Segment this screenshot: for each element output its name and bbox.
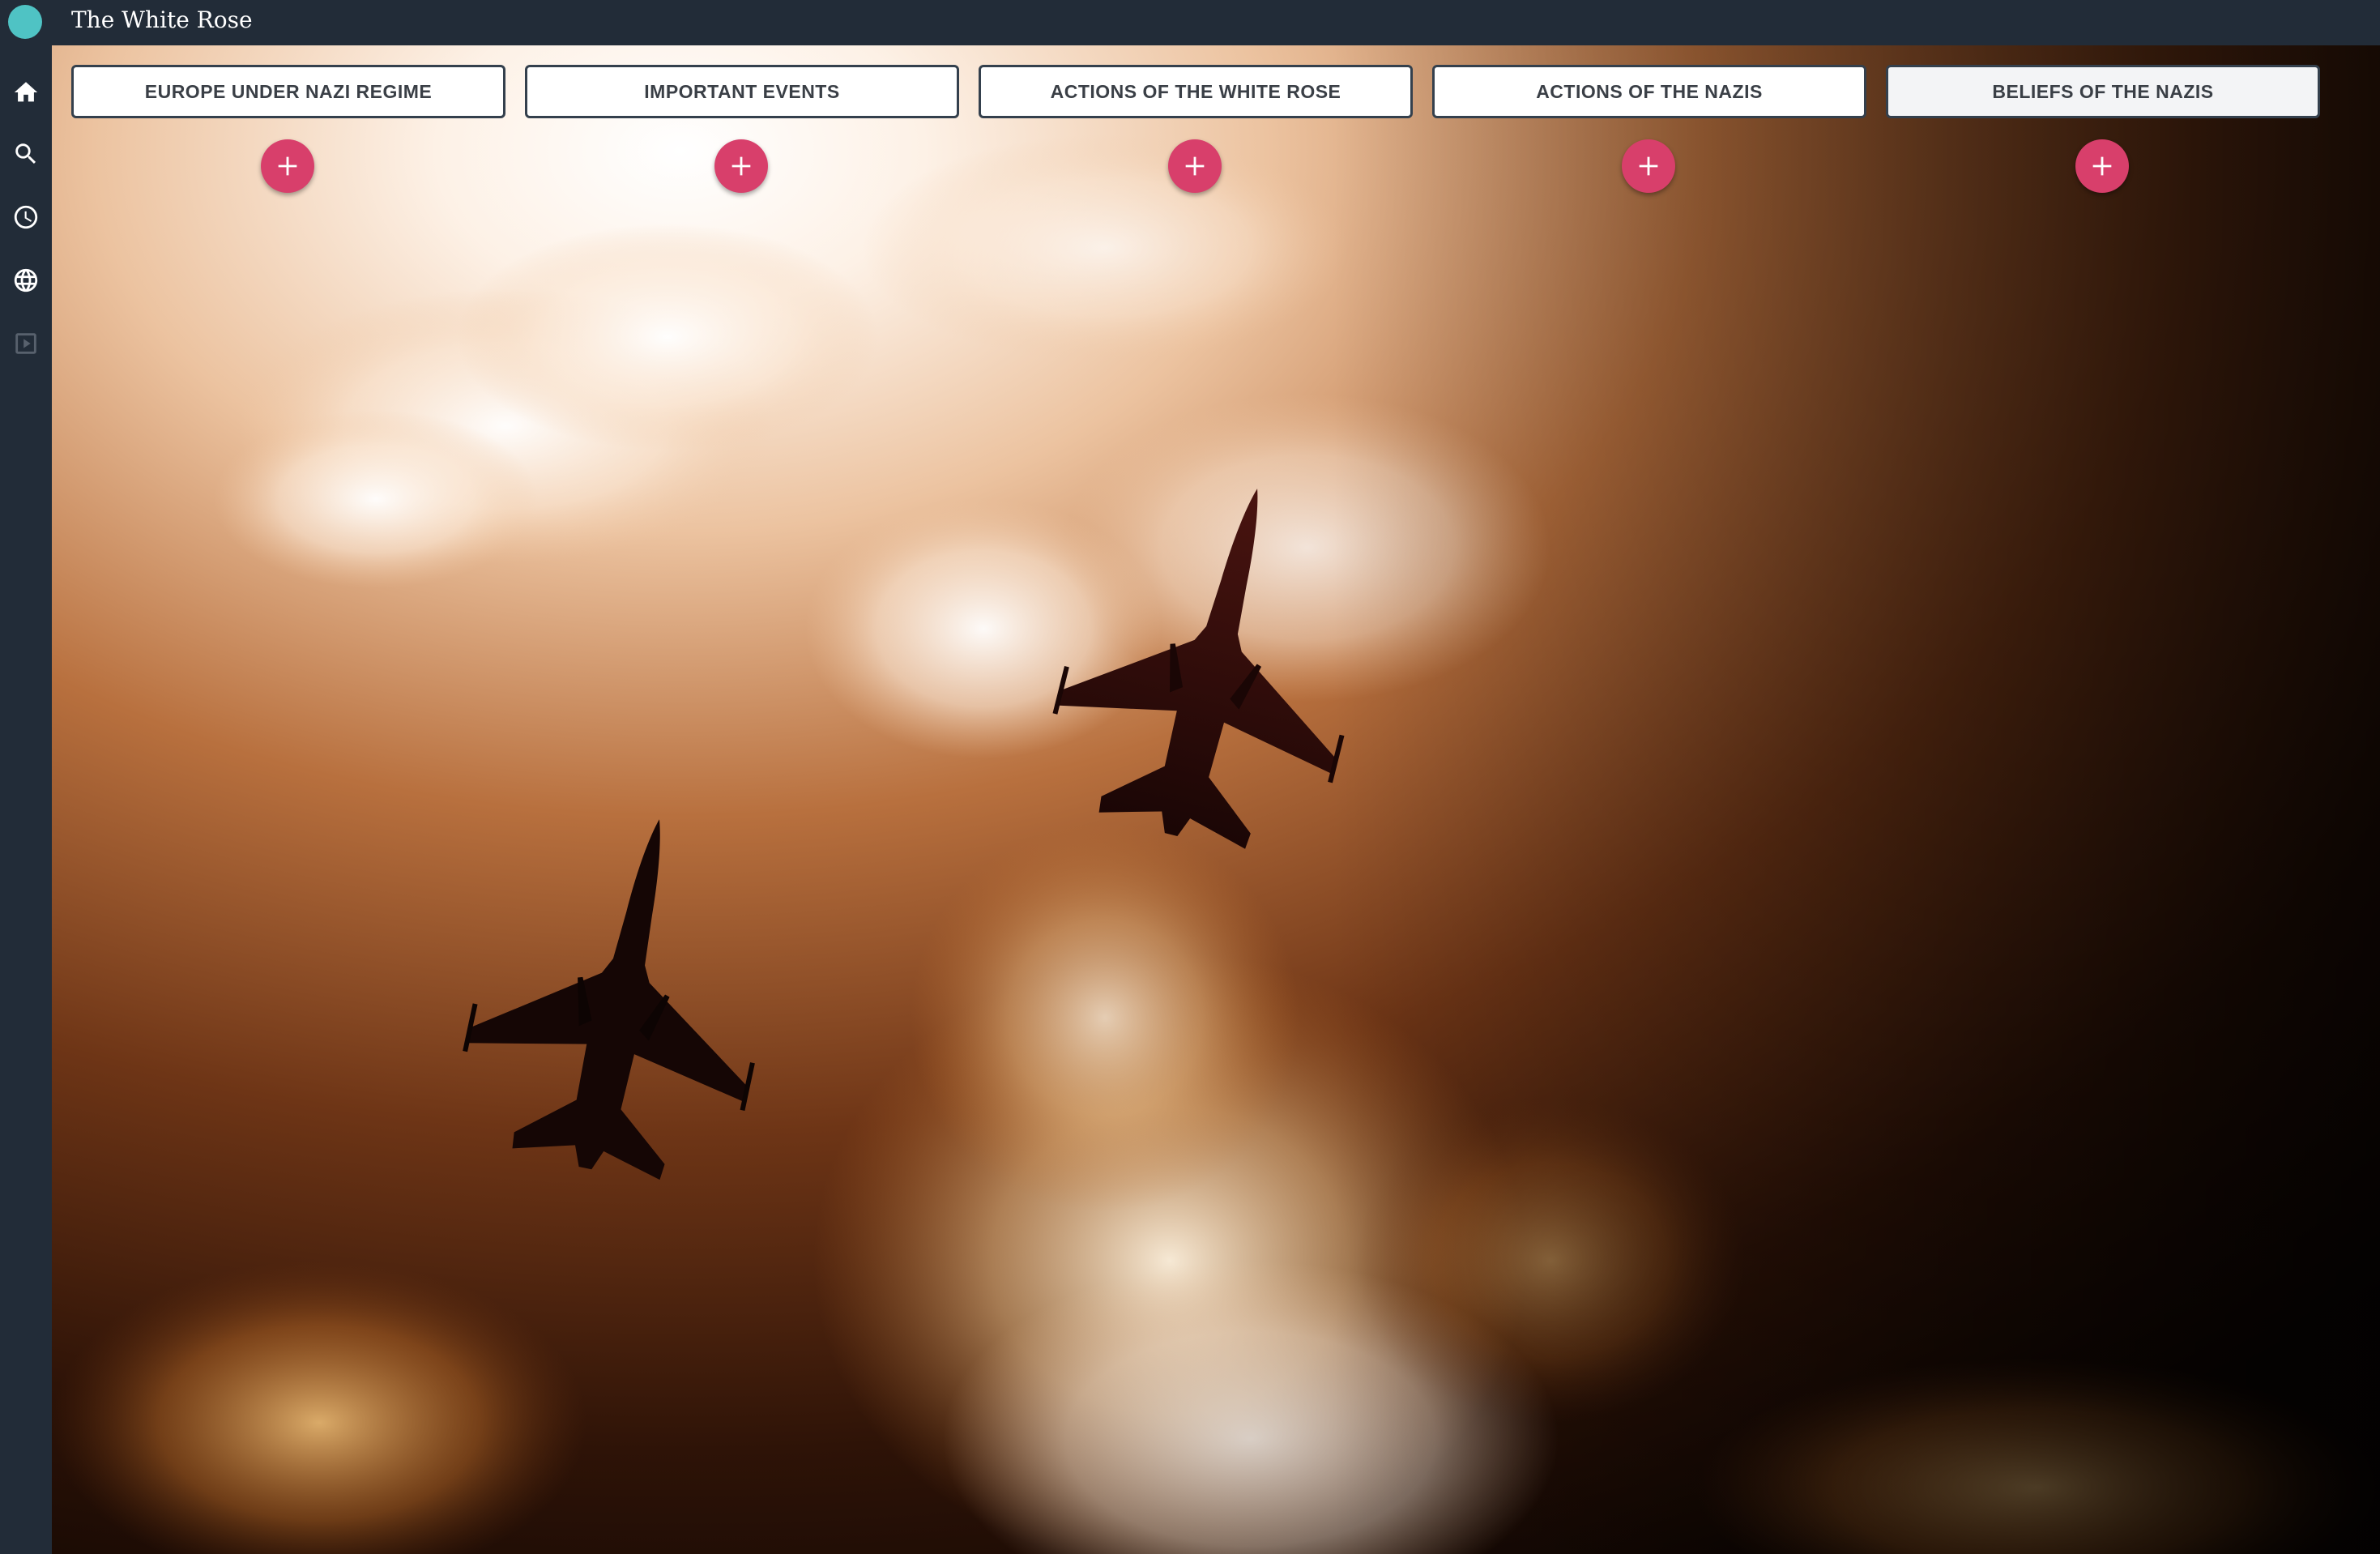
category-button-europe-under-nazi-regime[interactable]: EUROPE UNDER NAZI REGIME (71, 65, 505, 118)
add-item-button[interactable] (714, 139, 768, 193)
category-button-beliefs-of-the-nazis[interactable]: BELIEFS OF THE NAZIS (1886, 65, 2320, 118)
plus-icon (731, 156, 751, 176)
plus-icon (278, 156, 297, 176)
category-column: BELIEFS OF THE NAZIS (1886, 65, 2320, 193)
search-icon[interactable] (10, 138, 42, 170)
background-image (52, 45, 2380, 1554)
home-icon[interactable] (10, 76, 42, 109)
add-item-button[interactable] (261, 139, 314, 193)
app-logo-icon[interactable] (8, 5, 42, 39)
category-column: IMPORTANT EVENTS (525, 65, 959, 193)
sidebar (0, 45, 52, 1554)
category-row: EUROPE UNDER NAZI REGIME IMPORTANT EVENT… (52, 45, 2380, 207)
add-item-button[interactable] (1622, 139, 1675, 193)
clock-icon[interactable] (10, 201, 42, 233)
category-button-actions-of-the-white-rose[interactable]: ACTIONS OF THE WHITE ROSE (979, 65, 1413, 118)
category-button-actions-of-the-nazis[interactable]: ACTIONS OF THE NAZIS (1432, 65, 1866, 118)
top-app-bar: The White Rose (0, 0, 2380, 45)
plus-icon (1185, 156, 1205, 176)
add-item-button[interactable] (1168, 139, 1222, 193)
plus-icon (2092, 156, 2112, 176)
add-item-button[interactable] (2075, 139, 2129, 193)
presentation-icon (10, 327, 42, 360)
category-button-important-events[interactable]: IMPORTANT EVENTS (525, 65, 959, 118)
plus-icon (1639, 156, 1658, 176)
category-column: ACTIONS OF THE NAZIS (1432, 65, 1866, 193)
app-window: The White Rose EUROPE UNDER NAZI REGIME … (0, 0, 2380, 1554)
category-column: EUROPE UNDER NAZI REGIME (71, 65, 505, 193)
app-title: The White Rose (71, 6, 253, 33)
category-column: ACTIONS OF THE WHITE ROSE (979, 65, 1413, 193)
globe-icon[interactable] (10, 264, 42, 297)
